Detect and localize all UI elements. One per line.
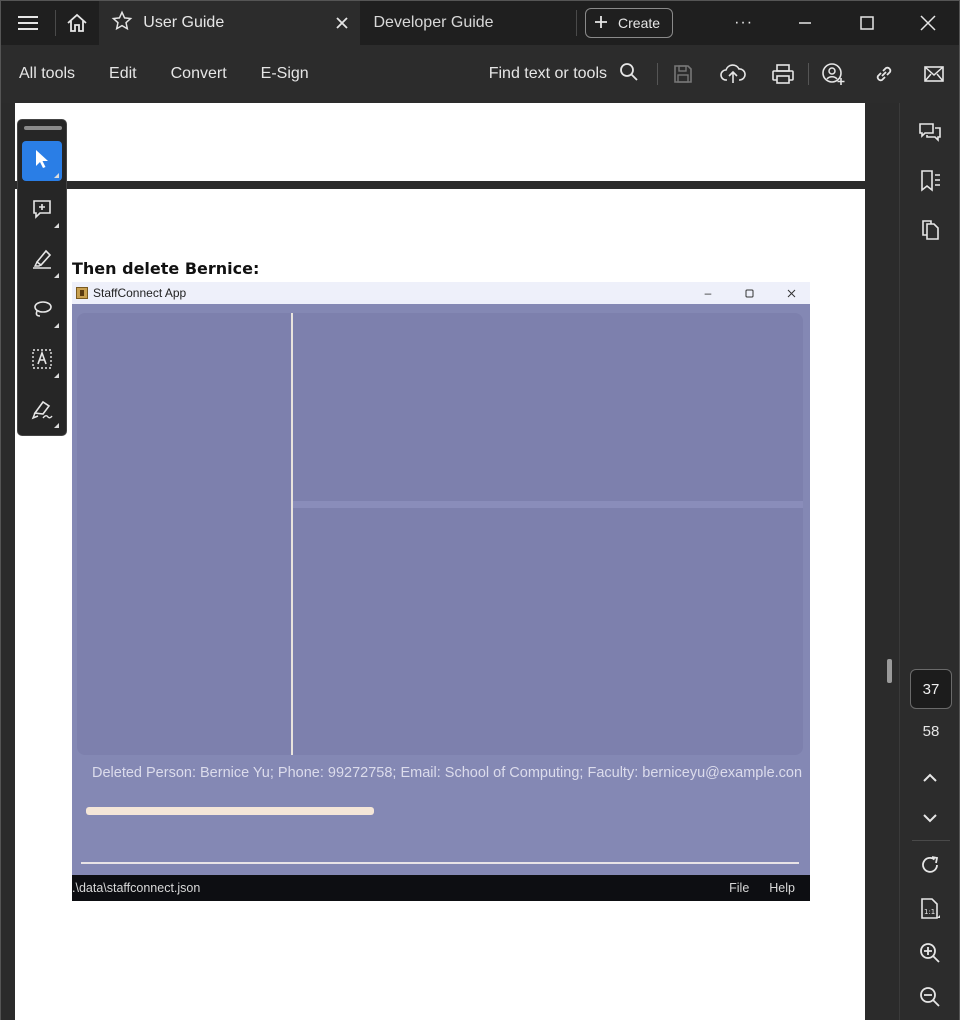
screenshot-command-box (86, 807, 374, 815)
rotate-icon[interactable] (909, 845, 951, 885)
screenshot-menu-help: Help (769, 881, 795, 895)
divider (912, 840, 950, 841)
sign-tool-button[interactable] (22, 391, 62, 431)
screenshot-title-bar: StaffConnect App – (72, 282, 810, 304)
screenshot-vertical-divider (291, 313, 293, 755)
screenshot-separator (81, 862, 799, 864)
draw-tool-button[interactable] (22, 291, 62, 331)
select-tool-button[interactable] (22, 141, 62, 181)
text-box-tool-button[interactable] (22, 341, 62, 381)
find-tools[interactable]: Find text or tools (489, 62, 657, 87)
screenshot-status-bar: .\data\staffconnect.json File Help (72, 875, 810, 901)
actual-size-icon[interactable]: 1:1 (909, 889, 951, 929)
svg-text:1:1: 1:1 (924, 908, 935, 916)
star-icon[interactable] (111, 10, 133, 37)
home-icon[interactable] (56, 1, 100, 45)
pen-sign-icon (31, 398, 53, 425)
tab-developer-guide[interactable]: Developer Guide (360, 1, 577, 45)
screenshot-horizontal-divider (293, 501, 803, 508)
comments-panel-icon[interactable] (909, 113, 951, 153)
previous-page-icon[interactable] (909, 757, 951, 797)
print-icon[interactable] (758, 45, 808, 103)
email-icon[interactable] (909, 45, 959, 103)
more-options-icon[interactable]: ··· (713, 1, 775, 45)
right-rail: 37 58 1:1 (899, 103, 959, 1020)
screenshot-close-icon (771, 282, 811, 304)
menu-edit[interactable]: Edit (92, 45, 154, 103)
acrobat-window: User Guide Developer Guide Create ··· Al… (0, 0, 960, 1020)
text-box-icon (31, 348, 53, 375)
menu-e-sign[interactable]: E-Sign (244, 45, 326, 103)
bookmarks-panel-icon[interactable] (909, 161, 951, 201)
menu-all-tools[interactable]: All tools (1, 45, 92, 103)
screenshot-window-title: StaffConnect App (93, 286, 187, 300)
highlighter-icon (31, 248, 53, 275)
divider (576, 10, 578, 36)
screenshot-minimize-icon: – (704, 286, 712, 300)
close-window-icon[interactable] (897, 1, 959, 45)
quick-tools-palette (17, 119, 67, 436)
plus-icon (594, 15, 608, 32)
cloud-upload-icon[interactable] (708, 45, 758, 103)
document-viewport[interactable]: Then delete Bernice: StaffConnect App – (1, 103, 899, 1020)
embedded-screenshot: StaffConnect App – Deleted Person: Berni… (72, 282, 810, 901)
zoom-in-icon[interactable] (909, 933, 951, 973)
tab-label: Developer Guide (373, 14, 494, 31)
pdf-page-current: Then delete Bernice: StaffConnect App – (15, 189, 865, 1020)
screenshot-status-path: .\data\staffconnect.json (72, 881, 201, 895)
next-page-icon[interactable] (909, 799, 951, 839)
pages-panel-icon[interactable] (909, 209, 951, 249)
zoom-out-icon[interactable] (909, 977, 951, 1017)
screenshot-maximize-icon (729, 282, 769, 304)
add-comment-tool-button[interactable] (22, 191, 62, 231)
create-label: Create (618, 15, 661, 31)
tab-user-guide[interactable]: User Guide (99, 1, 360, 45)
menu-convert[interactable]: Convert (154, 45, 244, 103)
screenshot-result-text: Deleted Person: Bernice Yu; Phone: 99272… (92, 765, 803, 781)
app-icon (76, 287, 88, 299)
pdf-page-previous (15, 103, 865, 181)
search-icon[interactable] (619, 62, 639, 87)
main-toolbar: All tools Edit Convert E-Sign Find text … (1, 45, 959, 103)
maximize-icon[interactable] (836, 1, 898, 45)
highlight-tool-button[interactable] (22, 241, 62, 281)
total-pages: 58 (922, 722, 940, 740)
hamburger-menu-icon[interactable] (1, 1, 55, 45)
link-icon[interactable] (859, 45, 909, 103)
lasso-icon (31, 298, 53, 325)
create-button[interactable]: Create (585, 8, 674, 38)
palette-drag-handle[interactable] (24, 126, 62, 130)
tab-label: User Guide (143, 14, 225, 31)
title-bar: User Guide Developer Guide Create ··· (1, 1, 959, 45)
find-label: Find text or tools (488, 65, 607, 82)
save-icon[interactable] (658, 45, 708, 103)
screenshot-menu-file: File (729, 881, 750, 895)
close-tab-icon[interactable] (332, 13, 352, 38)
current-page-input[interactable]: 37 (910, 669, 952, 709)
share-user-icon[interactable] (809, 45, 859, 103)
vertical-scrollbar[interactable] (865, 103, 899, 1020)
scrollbar-thumb[interactable] (887, 659, 892, 683)
comment-add-icon (31, 198, 53, 225)
doc-heading: Then delete Bernice: (72, 259, 260, 278)
screenshot-main-panel (77, 313, 803, 755)
cursor-arrow-icon (33, 148, 51, 175)
minimize-icon[interactable] (774, 1, 836, 45)
